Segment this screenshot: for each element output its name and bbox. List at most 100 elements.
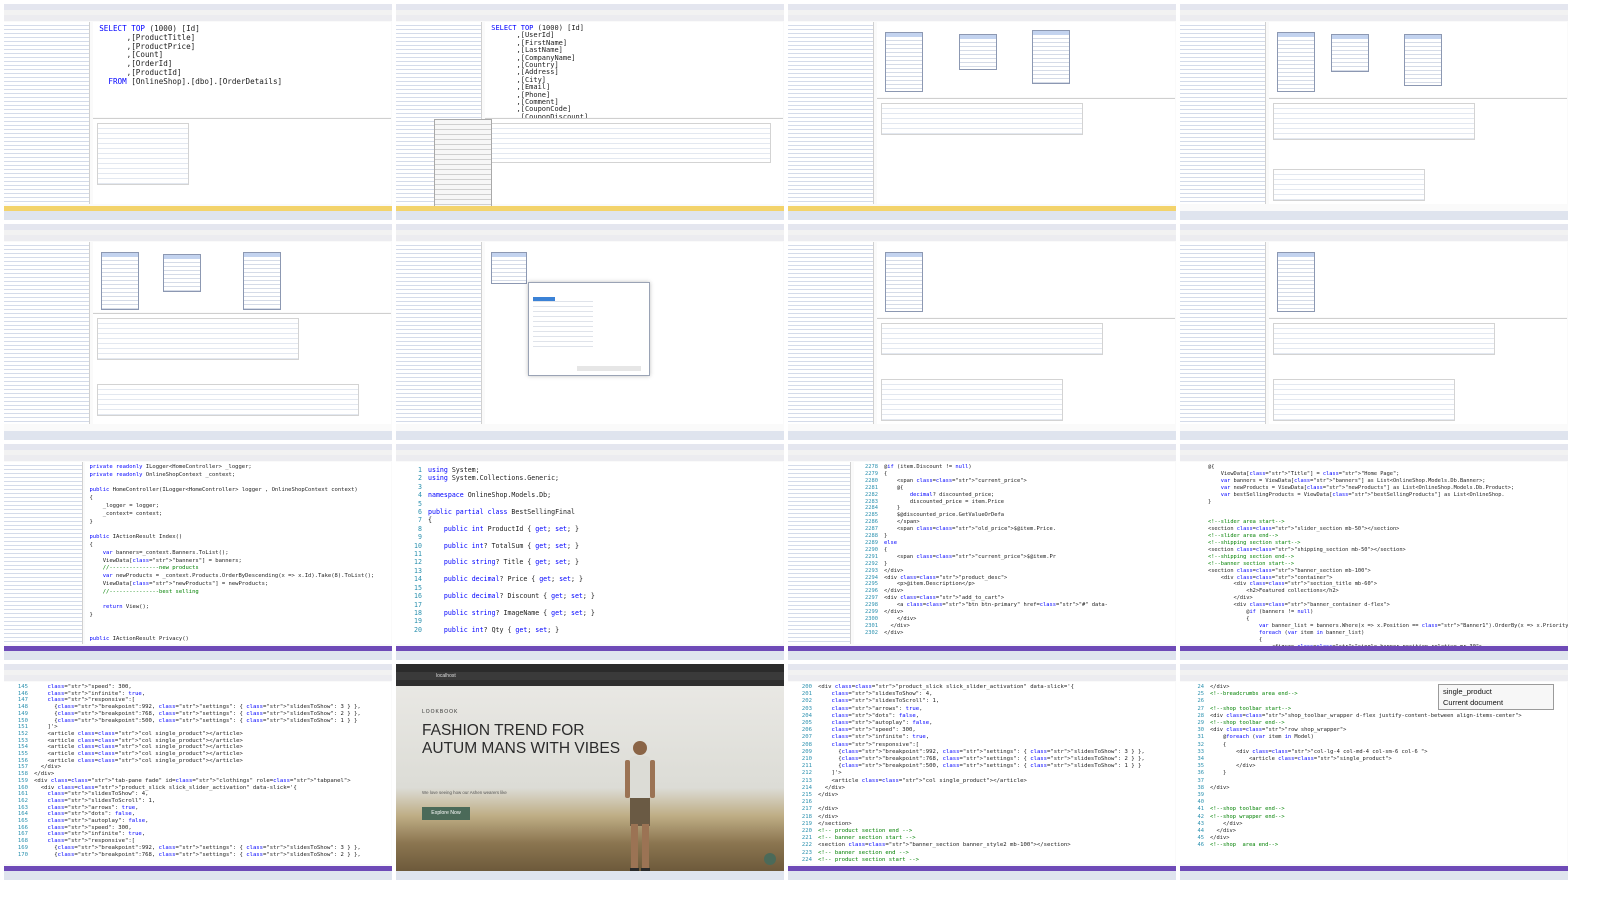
code-editor[interactable]: 1 using System; 2 using System.Collections.… <box>396 462 783 644</box>
line-number: 164 <box>17 811 28 818</box>
diagram-canvas[interactable] <box>1269 22 1567 97</box>
query-editor[interactable]: SELECT TOP (1000) [Id] ,[ProductTitle] ,… <box>93 22 391 117</box>
line-text: </div> <box>1210 828 1236 835</box>
results-grid[interactable] <box>93 118 391 204</box>
code-line: { <box>1208 615 1250 622</box>
code-line: { <box>89 541 93 548</box>
table-box[interactable] <box>491 252 528 284</box>
line-number: 149 <box>17 710 28 717</box>
table-box[interactable] <box>101 252 140 310</box>
table-box[interactable] <box>1277 252 1316 312</box>
find-scope-select[interactable]: Current document <box>1443 698 1503 707</box>
code-line: 152 <article class=class="str">"col sing… <box>6 731 361 738</box>
code-line: foreach (var item in banner_list) <box>1259 629 1365 636</box>
add-table-dialog[interactable] <box>528 282 650 376</box>
scroll-top-button[interactable] <box>764 853 776 865</box>
tile-browser-storefront[interactable]: localhost LOOKBOOK FASHION TREND FOR AUT… <box>396 664 784 880</box>
object-explorer[interactable] <box>4 242 91 424</box>
tile-vs-shop-find[interactable]: 24 </div> 25 <!--breadcrumbs area end--> 26 … <box>1180 664 1568 880</box>
code-line: 38 </div> <box>1182 785 1522 792</box>
code-line: 2280 <span class=class="str">"current_pr… <box>856 478 1108 485</box>
line-number: 8 <box>418 524 422 533</box>
object-explorer[interactable] <box>396 242 483 424</box>
tile-ssms-view-design-2[interactable] <box>1180 224 1568 440</box>
criteria-pane[interactable] <box>93 313 391 424</box>
tile-ssms-diagram-1[interactable] <box>788 4 1176 220</box>
tile-vs-best-selling-model[interactable]: 1 using System; 2 using System.Collections.… <box>396 444 784 660</box>
table-box[interactable] <box>885 32 924 92</box>
table-box[interactable] <box>163 254 202 292</box>
table-box[interactable] <box>1404 34 1443 86</box>
line-text: class="str">"responsive":[ <box>47 697 136 704</box>
diagram-canvas[interactable] <box>1269 242 1567 317</box>
line-number: 11 <box>414 550 422 559</box>
object-explorer[interactable] <box>788 22 875 204</box>
line-text: @{ <box>883 484 904 491</box>
tile-vs-index-cshtml[interactable]: 2278 @if (item.Discount != null) 2279 {2280… <box>788 444 1176 660</box>
line-number: 2297 <box>864 595 878 602</box>
line-text: public string? Title { get; set; } <box>443 558 579 567</box>
browser-tabs[interactable] <box>396 664 784 672</box>
line-number: 204 <box>801 712 812 719</box>
tile-vs-home-controller[interactable]: private readonly ILogger<HomeController>… <box>4 444 392 660</box>
context-menu[interactable] <box>434 119 492 217</box>
diagram-canvas[interactable] <box>877 22 1175 97</box>
object-explorer[interactable] <box>1180 242 1267 424</box>
tile-ssms-add-table-dialog[interactable] <box>396 224 784 440</box>
line-number: 219 <box>801 820 812 827</box>
code-editor[interactable]: @{ ViewData[class="str">"Title"] = class… <box>1180 462 1568 650</box>
table-box[interactable] <box>243 252 282 310</box>
line-text: ]'> <box>34 724 58 731</box>
line-text: using System; <box>428 466 480 474</box>
code-editor[interactable]: 200 <div class=class="str">"product_slick… <box>788 682 1175 864</box>
code-line: 168 class="str">"responsive":[ <box>6 838 361 845</box>
code-line: 164 class="str">"dots": false, <box>6 811 361 818</box>
tile-vs-product-slider[interactable]: 200 <div class=class="str">"product_slick… <box>788 664 1176 880</box>
find-widget[interactable]: single_product Current document <box>1438 684 1554 710</box>
tile-ssms-diagram-2[interactable] <box>1180 4 1568 220</box>
table-box[interactable] <box>885 252 924 312</box>
line-number: 221 <box>801 835 812 842</box>
table-box[interactable] <box>1032 30 1071 84</box>
code-editor[interactable]: 145 class="str">"speed": 300, 146 class="… <box>4 682 391 864</box>
solution-explorer[interactable] <box>4 462 83 644</box>
criteria-pane[interactable] <box>1269 98 1567 204</box>
criteria-pane[interactable] <box>877 318 1175 424</box>
dialog-buttons[interactable] <box>577 366 641 371</box>
diagram-canvas[interactable] <box>877 242 1175 317</box>
code-line: 34 <article class=class="str">"single_pr… <box>1182 756 1522 763</box>
table-box[interactable] <box>1277 32 1316 92</box>
explore-now-button[interactable]: Explore Now <box>422 807 470 820</box>
query-editor[interactable]: SELECT TOP (1000) [Id] ,[UserId] ,[First… <box>485 22 783 121</box>
code-editor[interactable]: private readonly ILogger<HomeController>… <box>85 462 391 644</box>
line-text <box>428 567 432 575</box>
line-number: 2285 <box>864 512 878 519</box>
criteria-pane[interactable] <box>877 98 1175 204</box>
line-number: 161 <box>17 791 28 798</box>
diagram-canvas[interactable] <box>93 242 391 312</box>
table-box[interactable] <box>1331 34 1370 72</box>
object-explorer[interactable] <box>4 22 91 204</box>
code-line: var bestSellingProducts = ViewData[class… <box>1220 491 1505 498</box>
tile-ssms-diagram-3[interactable] <box>4 224 392 440</box>
address-bar[interactable]: localhost <box>396 672 784 680</box>
line-text: </div> <box>1210 684 1230 690</box>
solution-explorer[interactable] <box>788 462 852 644</box>
tile-vs-index-razor-top[interactable]: @{ ViewData[class="str">"Title"] = class… <box>1180 444 1568 660</box>
tile-vs-slick-config[interactable]: 145 class="str">"speed": 300, 146 class="… <box>4 664 392 880</box>
code-line: <section class=class="str">"slider_secti… <box>1208 526 1400 533</box>
code-editor[interactable]: 2278 @if (item.Discount != null) 2279 {2280… <box>853 462 1175 644</box>
tile-ssms-orders[interactable]: SELECT TOP (1000) [Id] ,[UserId] ,[First… <box>396 4 784 220</box>
table-box[interactable] <box>959 34 998 70</box>
tile-ssms-view-design-1[interactable] <box>788 224 1176 440</box>
line-number: 39 <box>1197 792 1205 799</box>
line-text: </div> <box>818 792 839 799</box>
find-input[interactable]: single_product <box>1443 687 1492 696</box>
criteria-pane[interactable] <box>1269 318 1567 424</box>
tile-ssms-order-details[interactable]: SELECT TOP (1000) [Id] ,[ProductTitle] ,… <box>4 4 392 220</box>
line-text: </div> <box>1210 763 1256 770</box>
object-explorer[interactable] <box>788 242 875 424</box>
object-explorer[interactable] <box>1180 22 1267 204</box>
results-grid[interactable] <box>485 118 783 204</box>
